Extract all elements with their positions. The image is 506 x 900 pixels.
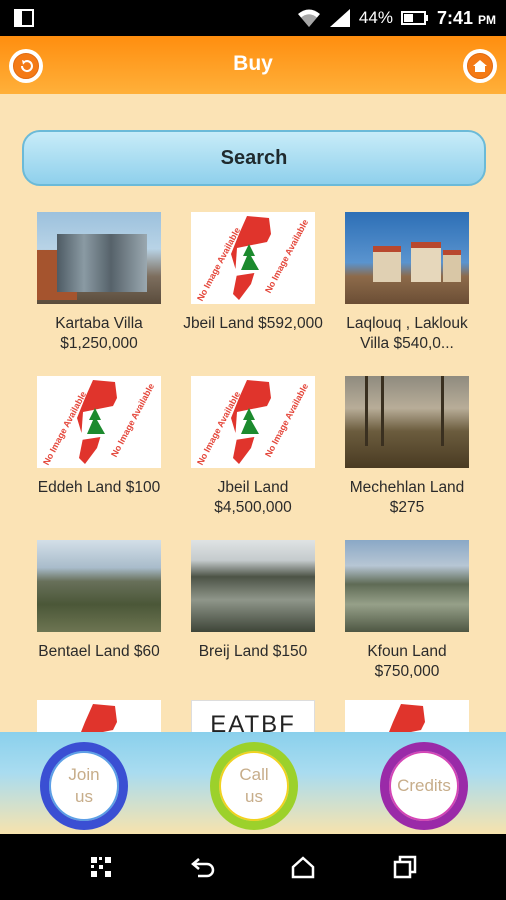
listings-grid: Kartaba Villa $1,250,000 No Image Availa… — [0, 212, 506, 732]
listing-price: $750,000 — [374, 663, 440, 680]
listing-card[interactable]: Kartaba Villa $1,250,000 — [19, 212, 179, 354]
listing-photo — [37, 540, 161, 632]
no-image-placeholder — [345, 700, 469, 732]
listing-caption: Mechehlan Land $275 — [327, 478, 487, 518]
listing-caption: Breij Land $150 — [173, 642, 333, 662]
clock-ampm: PM — [478, 12, 496, 27]
listing-card[interactable]: Breij Land $150 — [173, 540, 333, 662]
listing-title: Jbeil Land $592,000 — [183, 315, 323, 332]
app-header: Buy — [0, 36, 506, 94]
listing-price: Villa $540,0... — [360, 335, 454, 352]
battery-icon — [400, 11, 428, 25]
listing-photo — [345, 376, 469, 468]
home-icon — [473, 60, 487, 72]
listing-title: Laqlouq , Laklouk — [346, 315, 468, 332]
bottom-action-bar: Join us Call us Credits — [0, 732, 506, 834]
nav-recents-button[interactable] — [390, 852, 420, 882]
nav-home-button[interactable] — [288, 852, 318, 882]
lebanon-map-icon — [389, 704, 425, 732]
listing-card[interactable]: Laqlouq , Laklouk Villa $540,0... — [327, 212, 487, 354]
no-image-placeholder: No Image Available No Image Available — [191, 212, 315, 304]
nav-back-icon — [191, 858, 215, 878]
listing-title: Eddeh Land $100 — [37, 479, 161, 496]
qr-scan-button[interactable] — [86, 852, 116, 882]
listing-card[interactable]: No Image Available No Image Available Jb… — [173, 376, 333, 518]
listing-title: Kartaba Villa — [55, 315, 143, 332]
listing-price: $4,500,000 — [214, 499, 292, 516]
search-button[interactable]: Search — [22, 130, 486, 186]
nav-back-button[interactable] — [188, 852, 218, 882]
listing-title: Jbeil Land — [217, 479, 289, 496]
call-us-button[interactable]: Call us — [210, 742, 298, 830]
listing-title: Breij Land $150 — [198, 643, 308, 660]
credits-button[interactable]: Credits — [380, 742, 468, 830]
lebanon-map-icon — [81, 704, 117, 732]
system-nav-bar — [0, 834, 506, 900]
listing-caption: Kartaba Villa $1,250,000 — [19, 314, 179, 354]
qr-code-icon — [91, 857, 111, 877]
call-us-label: Call — [239, 765, 269, 784]
status-bar: 44% 7:41 PM — [0, 0, 506, 36]
listing-caption: Jbeil Land $592,000 — [173, 314, 333, 334]
join-us-label: us — [75, 787, 93, 806]
listing-caption: Kfoun Land $750,000 — [327, 642, 487, 682]
listing-card[interactable] — [327, 700, 487, 732]
screen-icon — [14, 9, 34, 27]
signal-icon — [329, 9, 350, 27]
listing-card[interactable] — [19, 700, 179, 732]
no-image-placeholder: No Image Available No Image Available — [37, 376, 161, 468]
credits-label: Credits — [397, 776, 451, 795]
listing-caption: Jbeil Land $4,500,000 — [173, 478, 333, 518]
listing-card[interactable]: No Image Available No Image Available Ed… — [19, 376, 179, 498]
listing-caption: Eddeh Land $100 — [19, 478, 179, 498]
clock: 7:41 PM — [437, 8, 496, 29]
listing-title: Mechehlan Land — [349, 479, 465, 496]
join-us-label: Join — [68, 765, 100, 784]
listing-caption: Laqlouq , Laklouk Villa $540,0... — [327, 314, 487, 354]
listing-card[interactable]: No Image Available No Image Available Jb… — [173, 212, 333, 334]
listing-photo: EATBF — [191, 700, 315, 732]
listing-title: Bentael Land $60 — [38, 643, 160, 660]
nav-home-icon — [291, 856, 315, 879]
listing-photo — [37, 212, 161, 304]
listing-photo — [191, 540, 315, 632]
listing-photo-text: EATBF — [210, 711, 296, 732]
listing-card[interactable]: Kfoun Land $750,000 — [327, 540, 487, 682]
listing-card[interactable]: Mechehlan Land $275 — [327, 376, 487, 518]
no-image-placeholder: No Image Available No Image Available — [191, 376, 315, 468]
call-us-label: us — [245, 787, 263, 806]
home-button[interactable] — [463, 49, 497, 83]
listing-card[interactable]: EATBF — [173, 700, 333, 732]
listing-title: Kfoun Land — [367, 643, 447, 660]
listing-photo — [345, 212, 469, 304]
listing-caption: Bentael Land $60 — [19, 642, 179, 662]
battery-percent: 44% — [358, 8, 393, 27]
join-us-button[interactable]: Join us — [40, 742, 128, 830]
wifi-icon — [297, 9, 320, 27]
listing-photo — [345, 540, 469, 632]
listing-price: $275 — [389, 499, 425, 516]
listing-card[interactable]: Bentael Land $60 — [19, 540, 179, 662]
no-image-placeholder — [37, 700, 161, 732]
page-title: Buy — [233, 52, 273, 75]
clock-time: 7:41 — [436, 7, 473, 28]
nav-recents-icon — [393, 855, 417, 879]
listing-price: $1,250,000 — [60, 335, 138, 352]
